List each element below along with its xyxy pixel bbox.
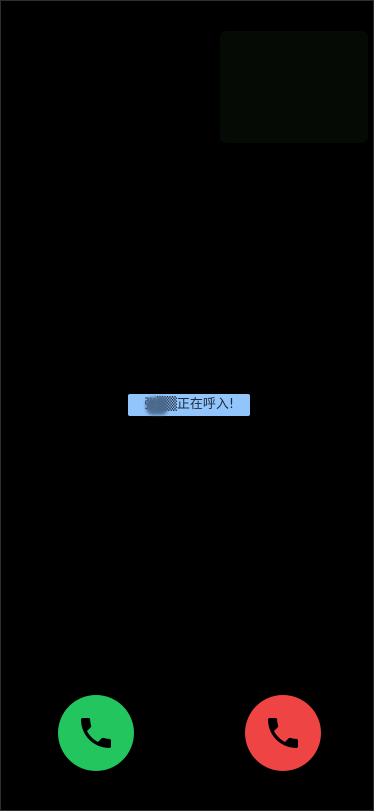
phone-icon bbox=[76, 713, 116, 753]
decline-call-button[interactable] bbox=[245, 695, 321, 771]
phone-icon bbox=[263, 713, 303, 753]
accept-call-button[interactable] bbox=[58, 695, 134, 771]
incoming-call-screen: 张▒▒正在呼入! bbox=[0, 0, 374, 811]
video-preview bbox=[220, 31, 368, 143]
redaction-mark bbox=[146, 397, 168, 415]
